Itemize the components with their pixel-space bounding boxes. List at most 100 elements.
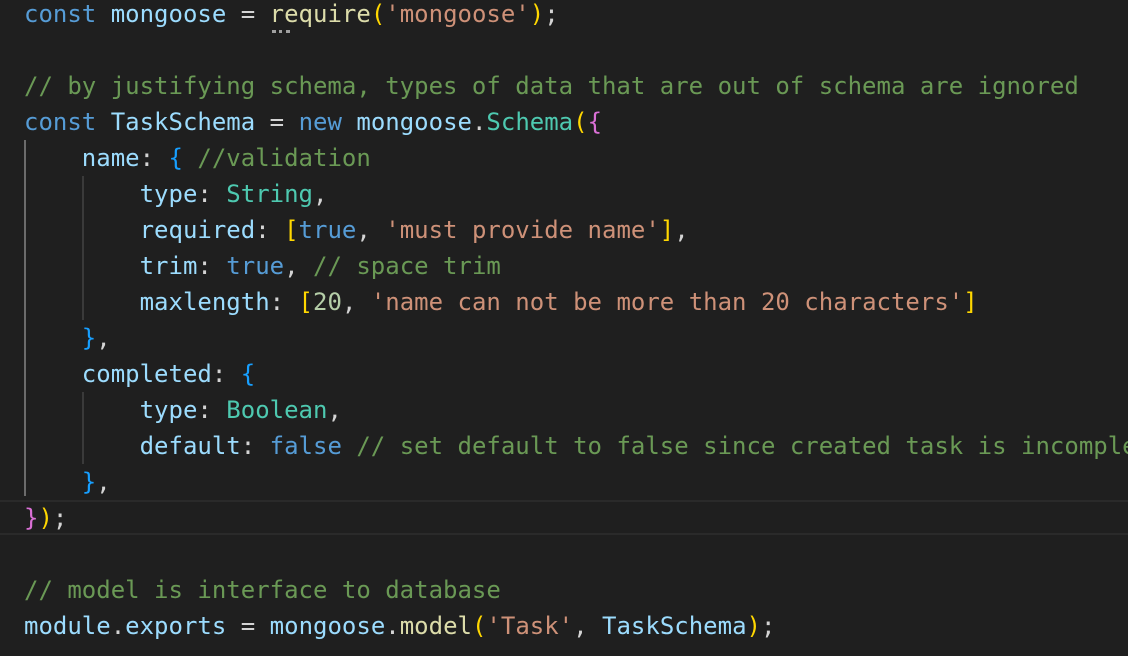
code-line[interactable]: module.exports = mongoose.model('Task', … [24, 608, 775, 644]
code-line[interactable]: default: false // set default to false s… [24, 428, 1128, 464]
code-token: 'Task' [486, 612, 574, 640]
code-token: , [573, 612, 603, 640]
code-token: : [197, 396, 227, 424]
code-token: , [674, 216, 689, 244]
code-token: ) [38, 504, 53, 532]
code-token: new [298, 108, 342, 136]
code-token: true [226, 252, 285, 280]
code-token: , [284, 252, 313, 280]
code-line[interactable]: }, [24, 464, 111, 500]
code-line[interactable]: }, [24, 320, 111, 356]
code-token: type [139, 396, 198, 424]
code-token: { [240, 360, 256, 388]
code-line[interactable]: }); [24, 500, 67, 536]
code-token: // model is interface to database [24, 576, 501, 604]
code-token: name [81, 144, 140, 172]
code-token: : [255, 216, 285, 244]
code-token: ( [471, 612, 487, 640]
code-token: , [313, 180, 328, 208]
code-token: , [96, 468, 111, 496]
code-line[interactable]: required: [true, 'must provide name'], [24, 212, 689, 248]
code-line[interactable]: name: { //validation [24, 140, 371, 176]
code-token: : [197, 180, 227, 208]
code-token: default [139, 432, 241, 460]
code-token: . [471, 108, 487, 136]
code-token: TaskSchema [110, 108, 256, 136]
current-line-highlight [0, 500, 1128, 535]
code-token: require [269, 0, 371, 28]
code-token: true [298, 216, 357, 244]
code-token: } [81, 468, 97, 496]
code-token: required [139, 216, 256, 244]
code-token: ] [963, 288, 978, 316]
code-token: mongoose [269, 612, 386, 640]
code-line[interactable]: // model is interface to database [24, 572, 501, 608]
code-token: Schema [486, 108, 574, 136]
code-line[interactable]: const TaskSchema = new mongoose.Schema({ [24, 104, 602, 140]
code-token: , [356, 216, 386, 244]
code-token: TaskSchema [602, 612, 747, 640]
code-token: , [341, 288, 371, 316]
code-token: ] [659, 216, 675, 244]
code-editor[interactable]: const mongoose = require('mongoose');// … [0, 0, 1128, 656]
code-token: . [385, 612, 400, 640]
code-token: maxlength [139, 288, 270, 316]
code-token: module [24, 612, 111, 640]
code-token: 'mongoose' [385, 0, 530, 28]
code-token: : [240, 432, 270, 460]
code-token: // space trim [313, 252, 501, 280]
code-token: type [139, 180, 198, 208]
code-token: const [24, 108, 97, 136]
code-token: mongoose [356, 108, 472, 136]
code-line[interactable]: const mongoose = require('mongoose'); [24, 0, 559, 32]
code-token: const [24, 0, 97, 28]
code-token: Boolean [226, 396, 328, 424]
code-token: false [269, 432, 342, 460]
code-token: mongoose [110, 0, 227, 28]
code-line[interactable]: maxlength: [20, 'name can not be more th… [24, 284, 978, 320]
code-token: { [168, 144, 183, 172]
code-token: ; [52, 504, 68, 532]
code-token: [ [298, 288, 313, 316]
code-token: trim [139, 252, 198, 280]
code-token: : [211, 360, 241, 388]
code-token: model [399, 612, 472, 640]
code-token: completed [81, 360, 212, 388]
code-line[interactable]: type: String, [24, 176, 328, 212]
code-line[interactable]: type: Boolean, [24, 392, 342, 428]
code-token: ) [529, 0, 545, 28]
code-token: // by justifying schema, types of data t… [24, 72, 1079, 100]
code-token: [ [284, 216, 299, 244]
code-token: = [226, 612, 270, 640]
code-token: ( [573, 108, 588, 136]
code-token: } [81, 324, 97, 352]
code-line[interactable]: // by justifying schema, types of data t… [24, 68, 1079, 104]
code-line[interactable]: completed: { [24, 356, 255, 392]
code-token: exports [125, 612, 227, 640]
code-token: } [24, 504, 39, 532]
code-token: { [587, 108, 603, 136]
code-token: ; [760, 612, 776, 640]
code-token: // set default to false since created ta… [356, 432, 1128, 460]
code-line[interactable]: trim: true, // space trim [24, 248, 501, 284]
code-token: ) [746, 612, 761, 640]
code-token: . [110, 612, 126, 640]
code-token: = [226, 0, 270, 28]
code-token: = [255, 108, 299, 136]
code-token: , [96, 324, 111, 352]
code-token: 'must provide name' [385, 216, 660, 244]
